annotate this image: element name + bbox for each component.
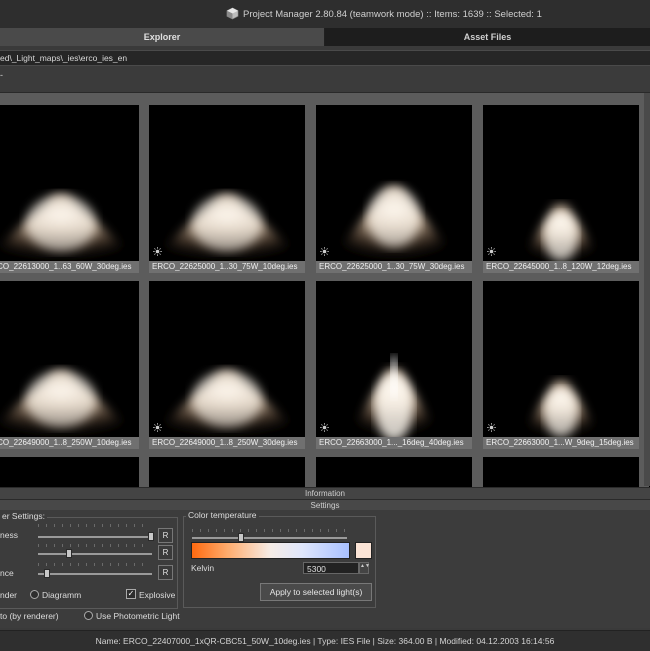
window-title: Project Manager 2.80.84 (teamwork mode) … [243,9,542,20]
light-type-icon [320,423,329,432]
kelvin-spinner[interactable]: ▲▼ [359,562,370,574]
contrast-slider-handle[interactable] [66,549,72,558]
grid-scrollbar[interactable] [644,93,650,486]
light-preview [0,281,139,437]
render-mode-label[interactable]: nder [0,590,17,600]
apply-to-selected-button[interactable]: Apply to selected light(s) [260,583,372,601]
light-type-icon [320,247,329,256]
temperature-gradient[interactable] [191,542,350,559]
photometric-label: Use Photometric Light [96,611,180,621]
thumbnail-tile[interactable] [483,457,639,487]
light-core [192,195,262,251]
thumbnail-tile[interactable]: ERCO_22649000_1..8_250W_10deg.ies [0,281,139,449]
brightness-slider-handle[interactable] [148,532,154,541]
thumbnail-tile[interactable] [149,457,305,487]
information-panel-header[interactable]: Information [0,487,650,499]
light-type-icon [487,247,496,256]
slider-ticks [38,524,150,527]
title-bar: Project Manager 2.80.84 (teamwork mode) … [0,0,650,29]
thumbnail-tile[interactable] [0,457,139,487]
tab-bar: Explorer Asset Files [0,28,650,46]
toolbar-dash: - [0,70,3,80]
contrast-slider-track[interactable] [38,553,152,555]
kelvin-label: Kelvin [191,563,215,573]
explosive-checkbox[interactable]: ✓ [126,589,136,599]
slider-ticks [38,563,150,566]
thumbnail-label: ERCO_22625000_1..30_75W_10deg.ies [149,261,305,273]
thumbnail-label: ERCO_22625000_1..30_75W_30deg.ies [316,261,472,273]
status-bar: Name: ERCO_22407000_1xQR-CBC51_50W_10deg… [0,630,650,651]
distance-slider-handle[interactable] [44,569,50,578]
thumbnail-label: ERCO_22649000_1..8_250W_10deg.ies [0,437,139,449]
light-preview [0,105,139,261]
light-type-icon [487,423,496,432]
light-preview [149,105,305,261]
brightness-label: ness [0,530,18,540]
thumbnail-tile[interactable] [316,457,472,487]
thumbnail-label: ERCO_22649000_1..8_250W_30deg.ies [149,437,305,449]
thumbnail-tile[interactable]: ERCO_22649000_1..8_250W_30deg.ies [149,281,305,449]
tab-explorer[interactable]: Explorer [0,28,325,46]
thumbnail-grid: ERCO_22613000_1..63_60W_30deg.ies ERCO_22… [0,92,650,487]
brightness-reset-button[interactable]: R [158,528,173,543]
tab-asset-files[interactable]: Asset Files [325,28,650,46]
source-renderer-label[interactable]: to (by renderer) [0,611,59,621]
light-preview [316,457,472,487]
thumbnail-tile[interactable]: ERCO_22663000_1..._16deg_40deg.ies [316,281,472,449]
kelvin-input[interactable]: 5300 [303,562,359,574]
filter-toolbar: - [0,66,650,92]
thumbnail-tile[interactable]: ERCO_22625000_1..30_75W_10deg.ies [149,105,305,273]
app-cube-icon [226,7,239,20]
explosive-label: Explosive [139,590,176,600]
light-spike [391,357,397,397]
light-type-icon [153,247,162,256]
light-preview [483,457,639,487]
render-settings-title: er Settings: [0,511,47,521]
color-swatch [355,542,372,559]
thumbnail-tile[interactable]: ERCO_22663000_1...W_9deg_15deg.ies [483,281,639,449]
thumbnail-label: ERCO_22663000_1..._16deg_40deg.ies [316,437,472,449]
thumbnail-tile[interactable]: ERCO_22645000_1..8_120W_12deg.ies [483,105,639,273]
light-core [26,195,96,251]
color-temperature-title: Color temperature [186,510,259,520]
light-preview [483,105,639,261]
contrast-reset-button[interactable]: R [158,545,173,560]
temperature-ticks [192,529,347,532]
temperature-slider-handle[interactable] [238,533,244,542]
photometric-radio[interactable] [84,611,93,620]
light-core [368,187,420,247]
distance-slider-track[interactable] [38,573,152,575]
path-bar[interactable]: ed\_Light_maps\_ies\erco_ies_en [0,50,650,66]
light-core [192,371,262,427]
light-preview [316,281,472,437]
distance-reset-button[interactable]: R [158,565,173,580]
thumbnail-label: ERCO_22663000_1...W_9deg_15deg.ies [483,437,639,449]
diagram-radio[interactable] [30,590,39,599]
light-core [544,213,578,261]
diagram-label: Diagramm [42,590,82,600]
brightness-slider-track[interactable] [38,536,152,538]
temperature-slider-track[interactable] [192,537,347,539]
light-core [26,371,96,427]
slider-ticks [38,544,150,547]
thumbnail-tile[interactable]: ERCO_22613000_1..63_60W_30deg.ies [0,105,139,273]
light-core [544,389,578,437]
path-text: ed\_Light_maps\_ies\erco_ies_en [0,53,128,63]
thumbnail-label: ERCO_22645000_1..8_120W_12deg.ies [483,261,639,273]
light-preview [149,281,305,437]
thumbnail-tile[interactable]: ERCO_22625000_1..30_75W_30deg.ies [316,105,472,273]
light-preview [0,457,139,487]
light-preview [149,457,305,487]
distance-label: nce [0,568,14,578]
light-preview [483,281,639,437]
light-preview [316,105,472,261]
thumbnail-label: ERCO_22613000_1..63_60W_30deg.ies [0,261,139,273]
light-type-icon [153,423,162,432]
